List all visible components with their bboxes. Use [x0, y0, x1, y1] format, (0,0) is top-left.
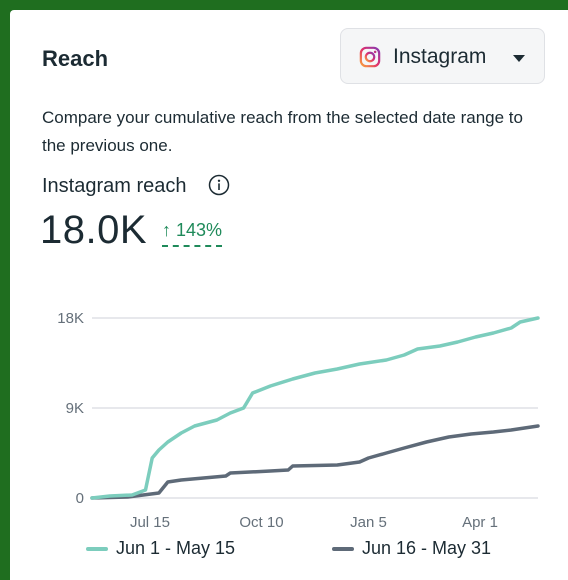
caret-down-icon: [513, 55, 525, 62]
legend-label-current: Jun 1 - May 15: [116, 538, 236, 558]
instagram-icon: [359, 46, 381, 68]
legend-item-current: Jun 1 - May 15: [86, 538, 235, 559]
reach-card: Reach Instagram Compare your cumulative …: [10, 10, 568, 580]
reach-line-chart: 18K 9K 0 Jul 15 Oct 10 Jan 5 Apr 1: [57, 310, 540, 530]
x-tick-label: Apr 1: [462, 514, 498, 530]
x-tick-label: Jul 15: [130, 514, 170, 530]
y-tick-label: 18K: [57, 310, 84, 327]
platform-dropdown[interactable]: Instagram: [340, 28, 545, 84]
legend-swatch-previous: [332, 547, 354, 552]
x-tick-label: Jan 5: [350, 514, 387, 530]
legend-swatch-current: [86, 547, 108, 552]
legend-label-previous: Jun 16 - May 31: [362, 538, 492, 558]
card-title: Reach: [42, 46, 109, 71]
y-tick-label: 0: [76, 490, 84, 507]
series-line-previous: [90, 424, 540, 500]
metric-label: Instagram reach: [42, 175, 187, 197]
metric-change-badge[interactable]: ↑ 143%: [162, 220, 223, 247]
x-tick-label: Oct 10: [239, 514, 283, 530]
platform-dropdown-label: Instagram: [393, 45, 487, 68]
metric-value: 18.0K: [40, 208, 148, 252]
legend-item-previous: Jun 16 - May 31: [332, 538, 491, 559]
card-description: Compare your cumulative reach from the s…: [42, 108, 523, 155]
y-tick-label: 9K: [66, 400, 84, 417]
info-icon[interactable]: [208, 174, 230, 196]
